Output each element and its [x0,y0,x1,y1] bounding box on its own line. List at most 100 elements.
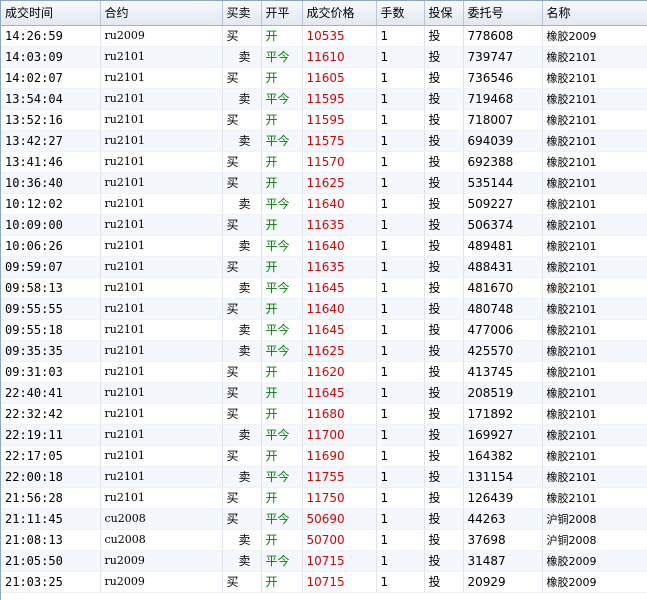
cell-quantity: 1 [376,571,425,593]
table-row[interactable]: 21:11:45 cu2008 买平今 50690 1 投 44263 沪铜2008 [1,508,647,530]
cell-contract: ru2009 [100,550,223,572]
cell-order-id: 425570 [463,340,543,362]
cell-open-close: 平今 [261,550,303,572]
cell-time: 09:55:55 [1,298,101,320]
cell-contract: ru2101 [100,445,223,467]
cell-name: 橡胶2101 [542,319,647,341]
cell-name: 沪铜2008 [542,508,647,530]
column-header-name[interactable]: 名称 [542,1,647,26]
cell-order-id: 778608 [463,25,543,47]
cell-contract: ru2009 [100,571,223,593]
table-row[interactable]: 13:41:46 ru2101 买开 11570 1 投 692388 橡胶2101 [1,151,647,173]
column-header-price[interactable]: 成交价格 [302,1,377,26]
cell-open-close: 平今 [261,508,303,530]
cell-hedge: 投 [424,214,464,236]
table-row[interactable]: 09:55:18 ru2101 卖平今 11645 1 投 477006 橡胶2101 [1,319,647,341]
cell-contract: ru2101 [100,172,223,194]
table-row[interactable]: 10:06:26 ru2101 卖平今 11640 1 投 489481 橡胶2101 [1,235,647,257]
cell-order-id: 506374 [463,214,543,236]
cell-side: 买 [222,256,262,278]
column-header-open-close[interactable]: 开平 [261,1,303,26]
cell-order-id: 31487 [463,550,543,572]
cell-side: 卖 [222,46,262,68]
table-row[interactable]: 09:31:03 ru2101 买开 11620 1 投 413745 橡胶2101 [1,361,647,383]
table-row[interactable]: 09:35:35 ru2101 卖平今 11625 1 投 425570 橡胶2101 [1,340,647,362]
table-row[interactable]: 22:19:11 ru2101 卖平今 11700 1 投 169927 橡胶2101 [1,424,647,446]
cell-name: 橡胶2101 [542,46,647,68]
column-header-side[interactable]: 买卖 [222,1,262,26]
cell-name: 橡胶2101 [542,445,647,467]
table-row[interactable]: 22:00:18 ru2101 卖平今 11755 1 投 131154 橡胶2101 [1,466,647,488]
cell-quantity: 1 [376,109,425,131]
table-row[interactable]: 13:42:27 ru2101 卖平今 11575 1 投 694039 橡胶2101 [1,130,647,152]
column-header-time[interactable]: 成交时间 [1,1,101,26]
cell-time: 10:36:40 [1,172,101,194]
cell-name: 橡胶2101 [542,277,647,299]
cell-time: 09:55:18 [1,319,101,341]
table-row[interactable]: 22:17:05 ru2101 买开 11690 1 投 164382 橡胶2101 [1,445,647,467]
cell-name: 橡胶2101 [542,487,647,509]
column-header-quantity[interactable]: 手数 [376,1,425,26]
cell-time: 13:52:16 [1,109,101,131]
cell-open-close: 开 [261,214,303,236]
cell-price: 11645 [302,319,377,341]
cell-open-close: 开 [261,382,303,404]
table-row[interactable]: 21:08:13 cu2008 卖开 50700 1 投 37698 沪铜2008 [1,529,647,551]
table-row[interactable]: 13:54:04 ru2101 卖平今 11595 1 投 719468 橡胶2101 [1,88,647,110]
cell-time: 21:11:45 [1,508,101,530]
cell-hedge: 投 [424,340,464,362]
cell-time: 22:17:05 [1,445,101,467]
cell-side: 买 [222,382,262,404]
table-row[interactable]: 21:03:25 ru2009 买开 10715 1 投 20929 橡胶2009 [1,571,647,593]
cell-quantity: 1 [376,529,425,551]
cell-contract: cu2008 [100,529,223,551]
cell-hedge: 投 [424,424,464,446]
cell-contract: ru2101 [100,424,223,446]
table-row[interactable]: 14:26:59 ru2009 买开 10535 1 投 778608 橡胶2009 [1,25,647,47]
cell-order-id: 509227 [463,193,543,215]
table-row[interactable]: 21:05:50 ru2009 卖平今 10715 1 投 31487 橡胶2009 [1,550,647,572]
cell-side: 买 [222,487,262,509]
column-header-order-id[interactable]: 委托号 [463,1,543,26]
cell-time: 13:41:46 [1,151,101,173]
cell-side: 卖 [222,235,262,257]
table-row[interactable]: 09:59:07 ru2101 买开 11635 1 投 488431 橡胶2101 [1,256,647,278]
cell-name: 橡胶2101 [542,130,647,152]
table-row[interactable]: 10:12:02 ru2101 卖平今 11640 1 投 509227 橡胶2101 [1,193,647,215]
cell-time: 22:40:41 [1,382,101,404]
cell-side: 买 [222,508,262,530]
cell-order-id: 37698 [463,529,543,551]
cell-price: 11595 [302,109,377,131]
table-row[interactable]: 09:58:13 ru2101 卖平今 11645 1 投 481670 橡胶2101 [1,277,647,299]
table-row[interactable]: 21:56:28 ru2101 买开 11750 1 投 126439 橡胶2101 [1,487,647,509]
cell-quantity: 1 [376,382,425,404]
table-row[interactable]: 14:02:07 ru2101 买开 11605 1 投 736546 橡胶2101 [1,67,647,89]
cell-price: 10715 [302,550,377,572]
cell-quantity: 1 [376,319,425,341]
cell-side: 买 [222,298,262,320]
column-header-contract[interactable]: 合约 [100,1,223,26]
cell-quantity: 1 [376,172,425,194]
column-header-hedge[interactable]: 投保 [424,1,464,26]
table-row[interactable]: 22:32:42 ru2101 买开 11680 1 投 171892 橡胶2101 [1,403,647,425]
table-row[interactable]: 13:52:16 ru2101 买开 11595 1 投 718007 橡胶2101 [1,109,647,131]
cell-hedge: 投 [424,235,464,257]
table-row[interactable]: 22:40:41 ru2101 买开 11645 1 投 208519 橡胶2101 [1,382,647,404]
cell-hedge: 投 [424,25,464,47]
cell-price: 11640 [302,235,377,257]
table-row[interactable]: 10:36:40 ru2101 买开 11625 1 投 535144 橡胶2101 [1,172,647,194]
table-row[interactable]: 09:55:55 ru2101 买开 11640 1 投 480748 橡胶2101 [1,298,647,320]
cell-contract: ru2101 [100,130,223,152]
cell-order-id: 535144 [463,172,543,194]
table-row[interactable]: 10:09:00 ru2101 买开 11635 1 投 506374 橡胶2101 [1,214,647,236]
cell-hedge: 投 [424,487,464,509]
table-row[interactable]: 14:03:09 ru2101 卖平今 11610 1 投 739747 橡胶2101 [1,46,647,68]
cell-quantity: 1 [376,151,425,173]
cell-hedge: 投 [424,256,464,278]
cell-price: 11640 [302,298,377,320]
cell-contract: ru2101 [100,151,223,173]
cell-name: 橡胶2101 [542,403,647,425]
cell-time: 10:09:00 [1,214,101,236]
cell-contract: ru2009 [100,25,223,47]
cell-contract: ru2101 [100,235,223,257]
